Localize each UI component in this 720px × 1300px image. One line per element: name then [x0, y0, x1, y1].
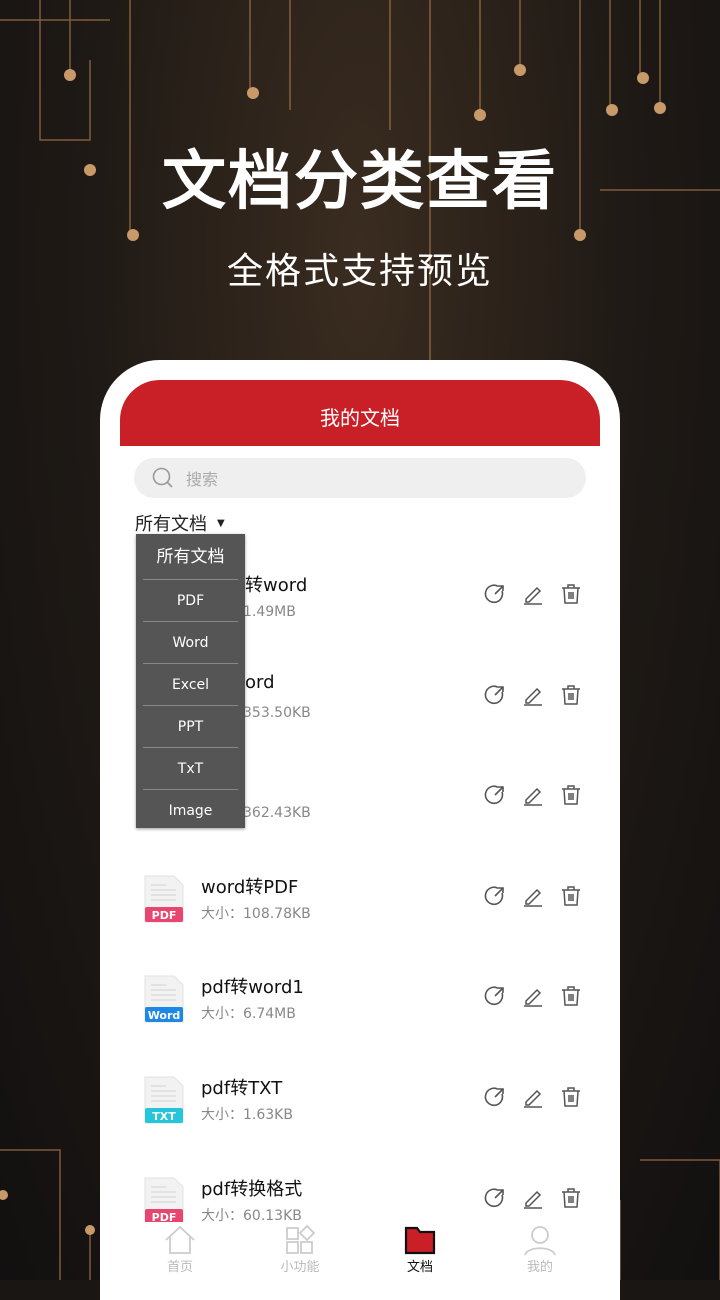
file-name: word转PDF [201, 876, 299, 898]
tab-label: 文档 [406, 1260, 433, 1275]
hero-subtitle: 全格式支持预览 [226, 251, 493, 292]
app-screen: 我的文档 搜索 所有文档 ▼ PDF 转word 大小：1.49MB PDF o… [120, 380, 600, 1280]
edit-icon[interactable] [522, 985, 544, 1008]
share-icon[interactable] [484, 885, 506, 907]
row-actions [484, 784, 582, 806]
folder-icon [404, 1226, 436, 1255]
home-icon [165, 1225, 195, 1254]
file-row[interactable]: Word pdf转word1 大小：6.74MB [120, 947, 600, 1047]
row-actions [484, 1187, 582, 1209]
row-actions [484, 1086, 582, 1108]
edit-icon[interactable] [522, 1187, 544, 1209]
delete-icon[interactable] [560, 1187, 582, 1209]
delete-icon[interactable] [560, 985, 582, 1007]
filter-option[interactable]: Excel [143, 664, 238, 706]
delete-icon[interactable] [560, 784, 582, 806]
share-icon[interactable] [484, 1187, 506, 1209]
file-name: pdf转word1 [201, 977, 304, 999]
filter-option[interactable]: TxT [143, 748, 238, 790]
filter-option[interactable]: 所有文档 [143, 534, 238, 580]
share-icon[interactable] [484, 583, 506, 605]
tab-grid[interactable]: 小功能 [240, 1222, 360, 1280]
file-size: 大小：1.63KB [201, 1104, 293, 1124]
edit-icon[interactable] [522, 885, 544, 907]
tab-label: 首页 [166, 1260, 193, 1275]
edit-icon[interactable] [522, 583, 544, 605]
filter-option[interactable]: Image [143, 790, 238, 832]
row-actions [484, 583, 582, 605]
search-placeholder: 搜索 [186, 470, 219, 489]
file-row[interactable]: TXT pdf转TXT 大小：1.63KB [120, 1048, 600, 1148]
edit-icon[interactable] [522, 684, 544, 706]
share-icon[interactable] [484, 684, 506, 706]
size-value: 1.63KB [243, 1107, 293, 1123]
share-icon[interactable] [484, 985, 506, 1007]
row-actions [484, 985, 582, 1008]
tab-label: 我的 [526, 1260, 553, 1275]
bottom-tab-bar: 首页 小功能 文档 我的 [120, 1222, 600, 1280]
file-pdf-icon: PDF [144, 1177, 184, 1225]
filter-label: 所有文档 [135, 514, 207, 535]
size-value: 353.50KB [243, 704, 311, 721]
user-icon [524, 1226, 556, 1256]
delete-icon[interactable] [560, 885, 582, 907]
filter-option[interactable]: PPT [143, 706, 238, 748]
file-size: 大小：108.78KB [201, 903, 311, 923]
edit-icon[interactable] [522, 1086, 544, 1108]
file-pdf-icon: PDF [144, 875, 184, 923]
filter-dropdown[interactable]: 所有文档 ▼ [135, 510, 225, 536]
file-txt-icon: TXT [144, 1076, 184, 1124]
file-type-badge: TXT [152, 1110, 176, 1123]
size-label: 大小： [201, 1006, 243, 1023]
file-size: 大小：6.74MB [201, 1003, 296, 1023]
row-actions [484, 684, 582, 706]
search-icon [152, 467, 173, 488]
edit-icon[interactable] [522, 784, 544, 806]
tab-home[interactable]: 首页 [120, 1222, 240, 1280]
grid-icon [286, 1224, 316, 1254]
row-actions [484, 885, 582, 907]
delete-icon[interactable] [560, 1086, 582, 1108]
file-type-badge: PDF [152, 909, 177, 922]
size-value: 108.78KB [243, 905, 311, 922]
caret-down-icon: ▼ [217, 517, 225, 529]
file-word-icon: Word [144, 975, 184, 1023]
size-label: 大小： [201, 1107, 243, 1123]
filter-option[interactable]: Word [143, 622, 238, 664]
tab-label: 小功能 [280, 1260, 320, 1275]
page-title: 我的文档 [120, 380, 600, 446]
file-name: pdf转换格式 [201, 1178, 303, 1200]
size-label: 大小： [201, 905, 243, 922]
search-input[interactable]: 搜索 [134, 458, 586, 498]
size-value: 1.49MB [243, 604, 296, 620]
size-value: 362.43KB [243, 805, 311, 822]
filter-menu: 所有文档 PDF Word Excel PPT TxT Image [136, 534, 245, 828]
file-type-badge: Word [148, 1009, 181, 1022]
tab-folder[interactable]: 文档 [360, 1222, 480, 1280]
size-value: 6.74MB [243, 1006, 296, 1023]
file-name: pdf转TXT [201, 1078, 283, 1099]
delete-icon[interactable] [560, 583, 582, 605]
filter-option[interactable]: PDF [143, 580, 238, 622]
delete-icon[interactable] [560, 684, 582, 706]
share-icon[interactable] [484, 1086, 506, 1108]
hero-title: 文档分类查看 [162, 145, 558, 219]
file-row[interactable]: PDF word转PDF 大小：108.78KB [120, 847, 600, 947]
share-icon[interactable] [484, 784, 506, 806]
tab-user[interactable]: 我的 [480, 1222, 600, 1280]
